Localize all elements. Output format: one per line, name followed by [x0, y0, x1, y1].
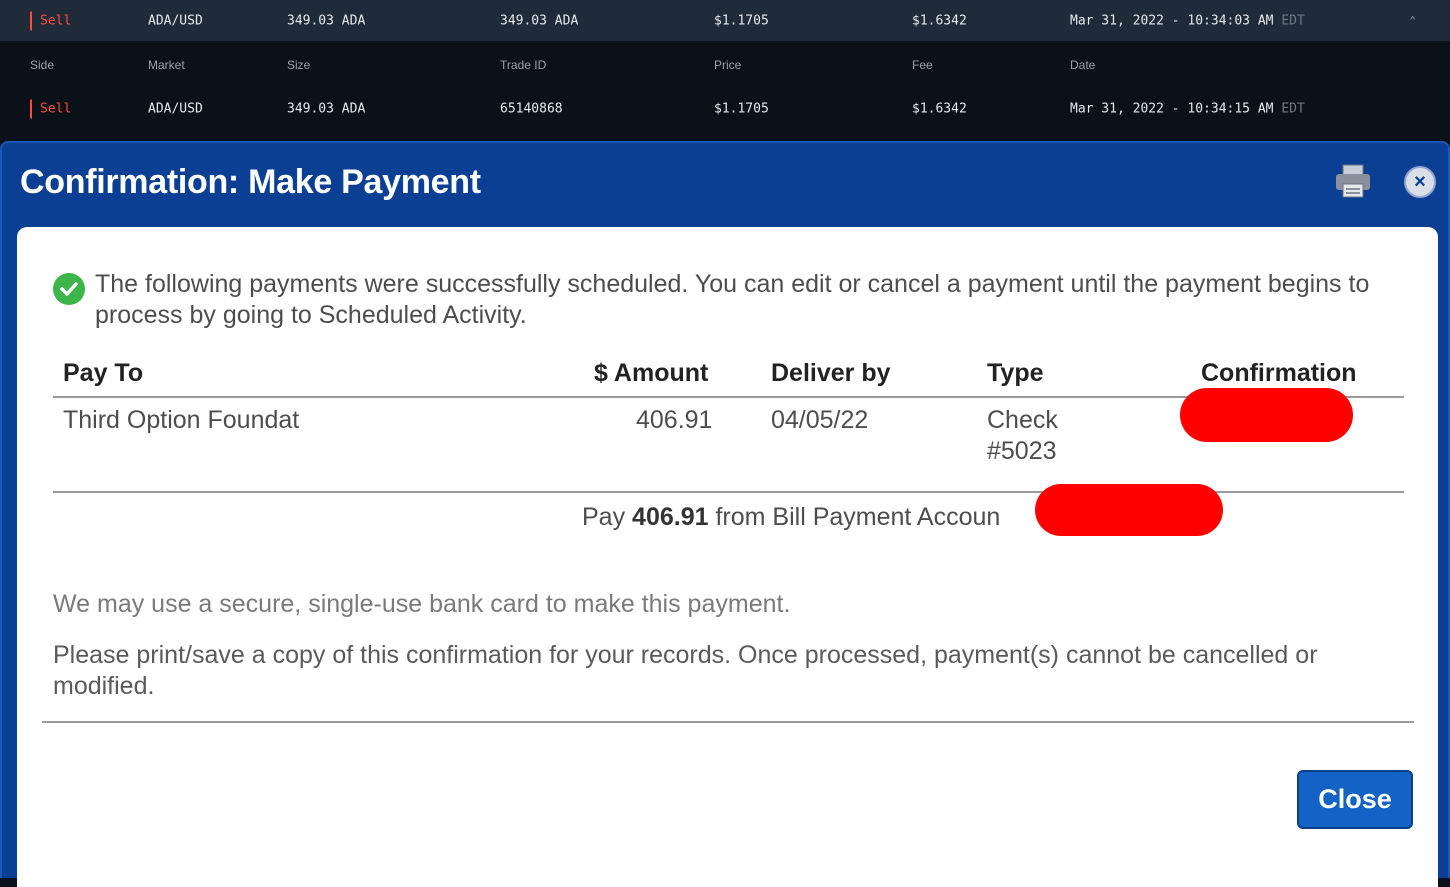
market-value: ADA/USD — [148, 101, 203, 116]
chevron-up-icon[interactable]: ⌃ — [1409, 13, 1416, 26]
column-header-pay-to: Pay To — [63, 359, 144, 387]
market-value: ADA/USD — [148, 13, 203, 28]
bank-card-note: We may use a secure, single-use bank car… — [53, 590, 791, 618]
print-icon[interactable] — [1334, 163, 1372, 199]
price-value: $1.1705 — [714, 13, 769, 28]
fee-value: $1.6342 — [912, 101, 967, 116]
type-value: Check #5023 — [987, 406, 1058, 465]
column-header-deliver-by: Deliver by — [771, 359, 891, 387]
side-value: Sell — [30, 11, 71, 30]
success-text: The following payments were successfully… — [95, 270, 1370, 329]
trade-row-expanded[interactable]: Sell ADA/USD 349.03 ADA 349.03 ADA $1.17… — [0, 0, 1450, 41]
trade-history: Sell ADA/USD 349.03 ADA 349.03 ADA $1.17… — [0, 0, 1450, 141]
header-market: Market — [148, 57, 185, 72]
pay-amount: 406.91 — [632, 503, 709, 531]
column-header-type: Type — [987, 359, 1044, 387]
timezone-label: EDT — [1281, 13, 1305, 28]
fee-value: $1.6342 — [912, 13, 967, 28]
modal-title: Confirmation: Make Payment — [20, 163, 481, 201]
column-header-amount: $ Amount — [594, 359, 709, 387]
trade-id-value: 65140868 — [500, 101, 563, 116]
payment-confirmation-modal: Confirmation: Make Payment × The followi… — [0, 141, 1450, 887]
close-icon[interactable]: × — [1404, 166, 1436, 198]
header-side: Side — [30, 57, 55, 72]
footer-divider — [42, 721, 1414, 723]
header-trade-id: Trade ID — [500, 57, 547, 72]
side-value: Sell — [30, 99, 71, 118]
deliver-by-value: 04/05/22 — [771, 406, 869, 434]
size-value: 349.03 ADA — [287, 13, 366, 28]
account-redaction — [1035, 484, 1223, 536]
modal-body: The following payments were successfully… — [17, 227, 1438, 887]
pay-to-value: Third Option Foundat — [63, 406, 300, 434]
date-value: Mar 31, 2022 - 10:34:03 AM EDT — [1070, 13, 1305, 28]
close-button[interactable]: Close — [1297, 770, 1413, 829]
header-fee: Fee — [912, 57, 933, 72]
checkmark-icon — [53, 273, 85, 305]
size-value: 349.03 ADA — [287, 101, 366, 116]
pay-summary: Pay 406.91 from Bill Payment Accoun — [582, 503, 1001, 531]
column-header-confirmation: Confirmation — [1201, 359, 1357, 387]
header-price: Price — [714, 57, 742, 72]
fill-row: Sell ADA/USD 349.03 ADA 65140868 $1.1705… — [0, 88, 1450, 129]
print-note: Please print/save a copy of this confirm… — [53, 641, 1318, 700]
header-date: Date — [1070, 57, 1096, 72]
timezone-label: EDT — [1281, 101, 1305, 116]
date-value: Mar 31, 2022 - 10:34:15 AM EDT — [1070, 101, 1305, 116]
price-value: $1.1705 — [714, 101, 769, 116]
confirmation-redaction — [1180, 388, 1353, 442]
fills-header: Side Market Size Trade ID Price Fee Date — [0, 41, 1450, 88]
header-size: Size — [287, 57, 311, 72]
filled-value: 349.03 ADA — [500, 13, 579, 28]
amount-value: 406.91 — [636, 406, 713, 434]
